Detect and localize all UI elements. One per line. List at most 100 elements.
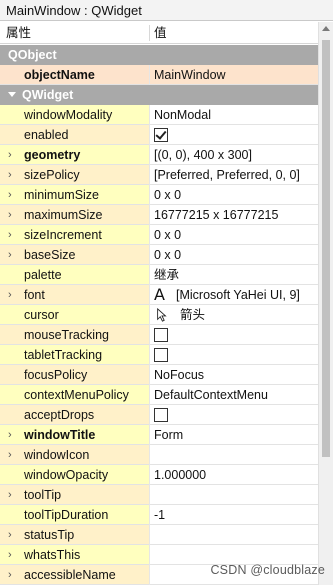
- property-row-maximumSize[interactable]: › maximumSize 16777215 x 16777215: [0, 205, 318, 225]
- chevron-right-icon[interactable]: ›: [8, 450, 18, 461]
- chevron-right-icon[interactable]: ›: [8, 490, 18, 501]
- property-name-cell[interactable]: › font: [0, 285, 149, 305]
- property-name-cell[interactable]: › accessibleName: [0, 565, 149, 585]
- group-qwidget[interactable]: QWidget: [0, 85, 318, 105]
- property-row-tabletTracking[interactable]: tabletTracking: [0, 345, 318, 365]
- property-row-font[interactable]: › font A [Microsoft YaHei UI, 9]: [0, 285, 318, 305]
- property-value-cell[interactable]: [Preferred, Preferred, 0, 0]: [150, 165, 318, 185]
- property-name-cell[interactable]: mouseTracking: [0, 325, 149, 345]
- property-row-enabled[interactable]: enabled: [0, 125, 318, 145]
- chevron-right-icon[interactable]: ›: [8, 570, 18, 581]
- checkbox[interactable]: [154, 408, 168, 422]
- property-row-sizeIncrement[interactable]: › sizeIncrement 0 x 0: [0, 225, 318, 245]
- chevron-right-icon[interactable]: ›: [8, 250, 18, 261]
- chevron-right-icon[interactable]: ›: [8, 550, 18, 561]
- property-row-palette[interactable]: palette 继承: [0, 265, 318, 285]
- chevron-right-icon[interactable]: ›: [8, 190, 18, 201]
- property-value-cell[interactable]: [150, 525, 318, 545]
- property-row-windowOpacity[interactable]: windowOpacity 1.000000: [0, 465, 318, 485]
- property-name-cell[interactable]: windowModality: [0, 105, 149, 125]
- property-name-cell[interactable]: › windowTitle: [0, 425, 149, 445]
- property-value-cell[interactable]: NoFocus: [150, 365, 318, 385]
- property-value-cell[interactable]: 16777215 x 16777215: [150, 205, 318, 225]
- property-row-geometry[interactable]: › geometry [(0, 0), 400 x 300]: [0, 145, 318, 165]
- chevron-right-icon[interactable]: ›: [8, 230, 18, 241]
- scroll-up-arrow-icon[interactable]: [322, 26, 330, 31]
- group-qobject[interactable]: QObject: [0, 45, 318, 65]
- property-row-windowTitle[interactable]: › windowTitle Form: [0, 425, 318, 445]
- property-row-windowIcon[interactable]: › windowIcon: [0, 445, 318, 465]
- property-value-cell[interactable]: 1.000000: [150, 465, 318, 485]
- property-row-toolTip[interactable]: › toolTip: [0, 485, 318, 505]
- property-row-minimumSize[interactable]: › minimumSize 0 x 0: [0, 185, 318, 205]
- chevron-right-icon[interactable]: ›: [8, 150, 18, 161]
- property-name-cell[interactable]: › baseSize: [0, 245, 149, 265]
- property-name-cell[interactable]: palette: [0, 265, 149, 285]
- property-name-cell[interactable]: objectName: [0, 65, 149, 85]
- chevron-right-icon[interactable]: ›: [8, 430, 18, 441]
- chevron-right-icon[interactable]: ›: [8, 290, 18, 301]
- property-row-cursor[interactable]: cursor 箭头: [0, 305, 318, 325]
- property-name-cell[interactable]: › minimumSize: [0, 185, 149, 205]
- property-value-cell[interactable]: 箭头: [150, 305, 318, 325]
- checkbox[interactable]: [154, 328, 168, 342]
- property-value-cell[interactable]: Form: [150, 425, 318, 445]
- property-name-cell[interactable]: › geometry: [0, 145, 149, 165]
- property-row-baseSize[interactable]: › baseSize 0 x 0: [0, 245, 318, 265]
- property-row-focusPolicy[interactable]: focusPolicy NoFocus: [0, 365, 318, 385]
- property-name-cell[interactable]: focusPolicy: [0, 365, 149, 385]
- property-name-cell[interactable]: acceptDrops: [0, 405, 149, 425]
- property-name-cell[interactable]: › sizeIncrement: [0, 225, 149, 245]
- property-name-cell[interactable]: › maximumSize: [0, 205, 149, 225]
- property-value-cell[interactable]: DefaultContextMenu: [150, 385, 318, 405]
- property-row-windowModality[interactable]: windowModality NonModal: [0, 105, 318, 125]
- expand-arrow-icon[interactable]: [8, 92, 16, 97]
- property-row-acceptDrops[interactable]: acceptDrops: [0, 405, 318, 425]
- property-name: mouseTracking: [24, 328, 109, 342]
- property-name-cell[interactable]: › statusTip: [0, 525, 149, 545]
- checkbox[interactable]: [154, 128, 168, 142]
- property-row-statusTip[interactable]: › statusTip: [0, 525, 318, 545]
- header-divider[interactable]: [149, 25, 150, 41]
- property-value-cell[interactable]: [150, 545, 318, 565]
- property-value-cell[interactable]: 继承: [150, 265, 318, 285]
- property-name-cell[interactable]: › windowIcon: [0, 445, 149, 465]
- property-row-objectName[interactable]: objectName MainWindow: [0, 65, 318, 85]
- property-name-cell[interactable]: tabletTracking: [0, 345, 149, 365]
- chevron-right-icon[interactable]: ›: [8, 170, 18, 181]
- property-value-cell[interactable]: NonModal: [150, 105, 318, 125]
- property-value-cell[interactable]: [150, 485, 318, 505]
- property-value-cell[interactable]: [150, 125, 318, 145]
- vertical-scrollbar[interactable]: [318, 22, 333, 585]
- property-value-cell[interactable]: MainWindow: [150, 65, 318, 85]
- property-value-cell[interactable]: A [Microsoft YaHei UI, 9]: [150, 285, 318, 305]
- property-value-cell[interactable]: [150, 405, 318, 425]
- property-value-cell[interactable]: 0 x 0: [150, 225, 318, 245]
- property-row-mouseTracking[interactable]: mouseTracking: [0, 325, 318, 345]
- property-value-cell[interactable]: 0 x 0: [150, 245, 318, 265]
- property-name-cell[interactable]: cursor: [0, 305, 149, 325]
- header-value[interactable]: 值: [154, 22, 167, 44]
- scroll-thumb[interactable]: [322, 40, 330, 457]
- property-name-cell[interactable]: › toolTip: [0, 485, 149, 505]
- property-value-cell[interactable]: [(0, 0), 400 x 300]: [150, 145, 318, 165]
- checkbox[interactable]: [154, 348, 168, 362]
- property-name-cell[interactable]: › whatsThis: [0, 545, 149, 565]
- property-value-cell[interactable]: -1: [150, 505, 318, 525]
- property-name-cell[interactable]: contextMenuPolicy: [0, 385, 149, 405]
- property-name-cell[interactable]: windowOpacity: [0, 465, 149, 485]
- property-value-cell[interactable]: [150, 325, 318, 345]
- property-value-cell[interactable]: 0 x 0: [150, 185, 318, 205]
- property-row-contextMenuPolicy[interactable]: contextMenuPolicy DefaultContextMenu: [0, 385, 318, 405]
- property-row-sizePolicy[interactable]: › sizePolicy [Preferred, Preferred, 0, 0]: [0, 165, 318, 185]
- property-value-cell[interactable]: [150, 445, 318, 465]
- property-value-cell[interactable]: [150, 345, 318, 365]
- chevron-right-icon[interactable]: ›: [8, 210, 18, 221]
- chevron-right-icon[interactable]: ›: [8, 530, 18, 541]
- property-name-cell[interactable]: toolTipDuration: [0, 505, 149, 525]
- property-name-cell[interactable]: › sizePolicy: [0, 165, 149, 185]
- property-name-cell[interactable]: enabled: [0, 125, 149, 145]
- property-row-toolTipDuration[interactable]: toolTipDuration -1: [0, 505, 318, 525]
- header-property[interactable]: 属性: [6, 22, 31, 44]
- property-row-whatsThis[interactable]: › whatsThis: [0, 545, 318, 565]
